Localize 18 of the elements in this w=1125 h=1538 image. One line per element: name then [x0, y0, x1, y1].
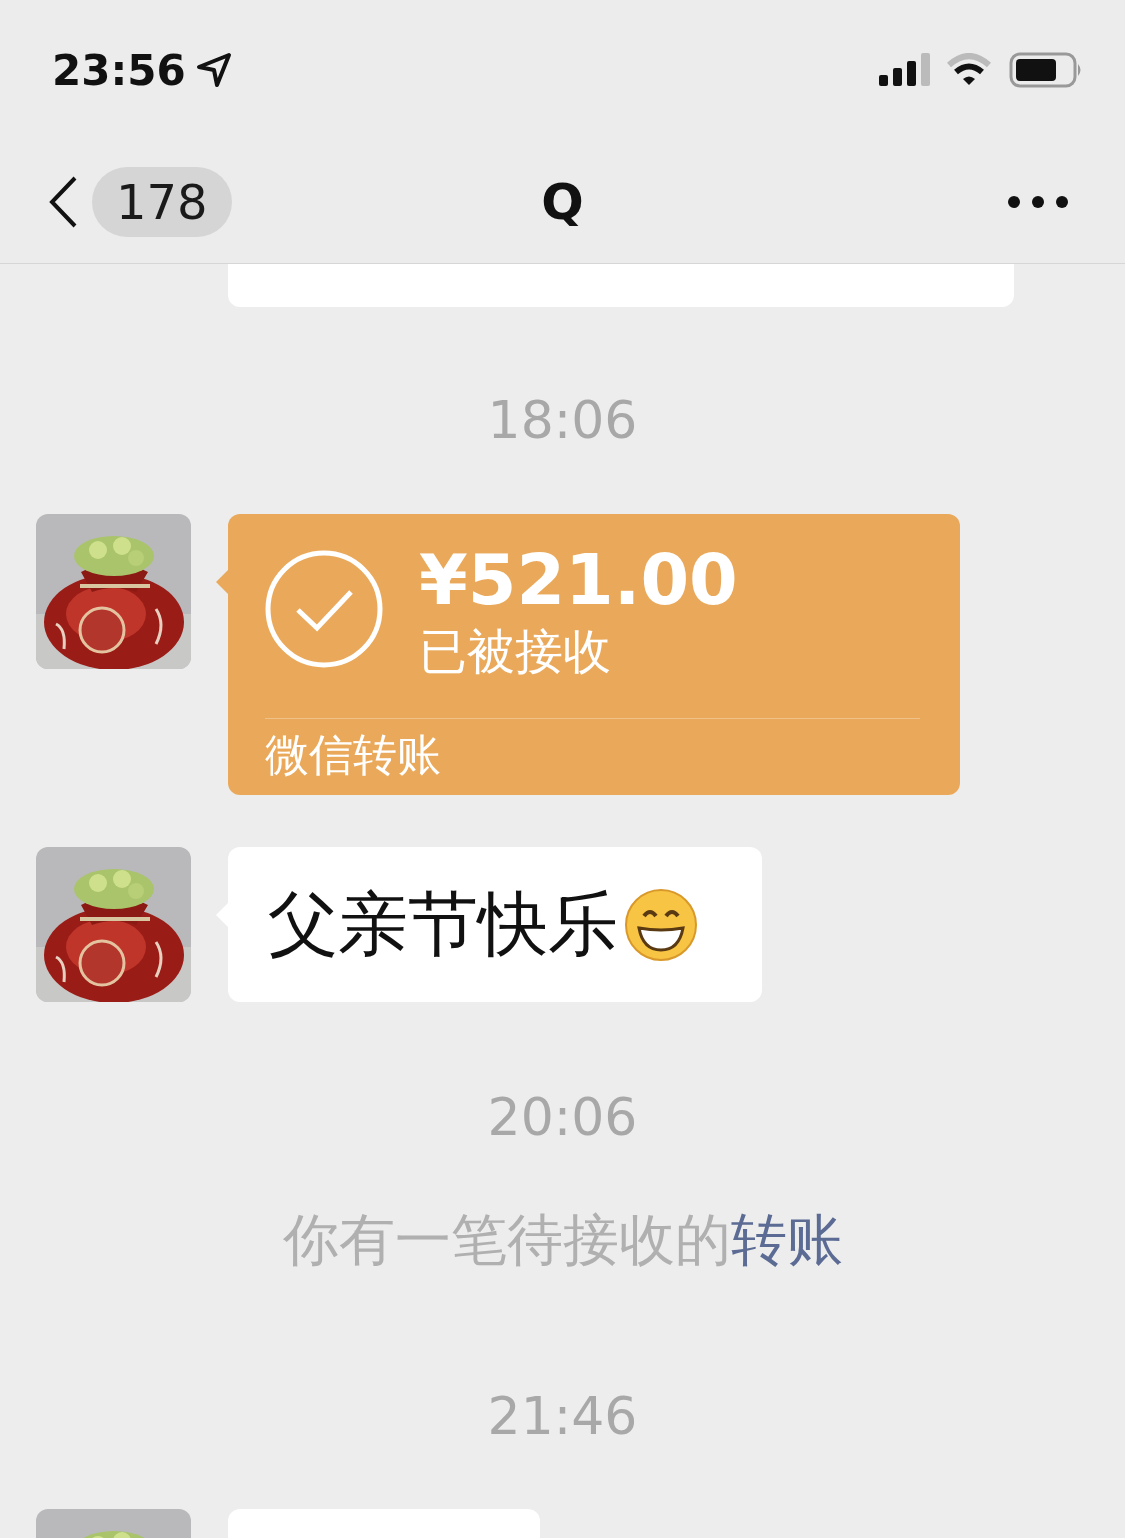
timestamp: 21:46	[487, 1386, 638, 1446]
wifi-icon	[947, 53, 991, 87]
system-notice: 你有一笔待接收的转账	[282, 1207, 843, 1272]
timestamp: 18:06	[487, 390, 638, 450]
chat-title: Q	[541, 172, 584, 231]
signal-icon	[879, 53, 931, 87]
unread-count[interactable]: 178	[92, 166, 232, 237]
timestamp: 20:06	[487, 1087, 638, 1147]
battery-icon	[1009, 52, 1083, 88]
transfer-status: 已被接收	[419, 622, 612, 681]
back-icon[interactable]	[48, 175, 78, 228]
transfer-amount: ¥521.00	[419, 540, 738, 620]
message-text: 父亲节快乐	[268, 881, 618, 967]
transfer-link[interactable]: 转账	[730, 1207, 843, 1272]
more-icon[interactable]	[1007, 194, 1069, 209]
location-arrow-icon	[195, 52, 232, 88]
transfer-label: 微信转账	[265, 728, 441, 782]
status-time: 23:56	[52, 45, 186, 95]
